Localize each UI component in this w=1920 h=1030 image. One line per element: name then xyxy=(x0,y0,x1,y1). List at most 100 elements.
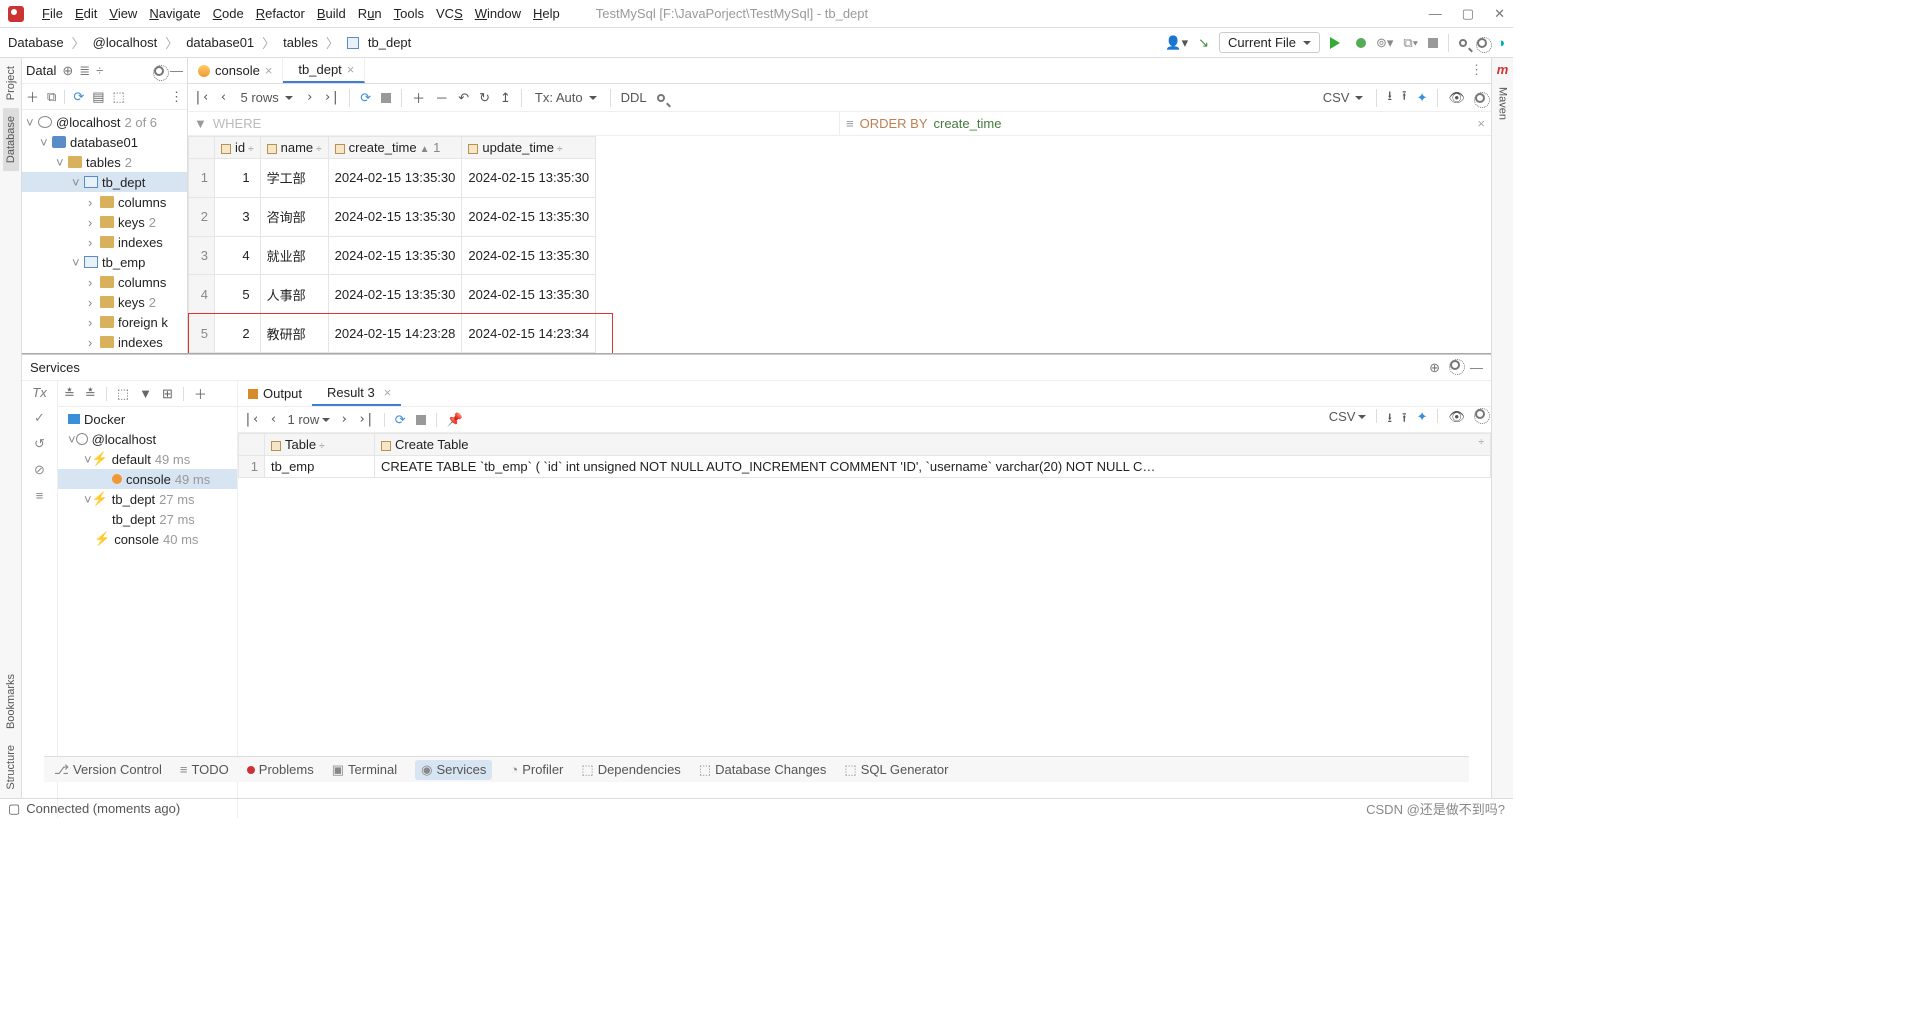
rail-structure[interactable]: Structure xyxy=(3,737,19,798)
services-docker[interactable]: Docker xyxy=(58,409,237,429)
menu-build[interactable]: Build xyxy=(311,6,352,21)
breadcrumb-item[interactable]: database01 xyxy=(186,35,254,50)
tree-indexes[interactable]: indexes xyxy=(118,235,163,250)
services-console2[interactable]: ⚡console40 ms xyxy=(58,529,237,549)
export-format-selector[interactable]: CSV xyxy=(1320,90,1367,105)
tab-output[interactable]: Output xyxy=(238,381,312,406)
user-icon[interactable]: 👤▾ xyxy=(1165,35,1188,51)
panel-settings-icon[interactable] xyxy=(154,66,164,76)
close-tab-icon[interactable]: × xyxy=(384,385,392,400)
table-row[interactable]: 1 tb_emp CREATE TABLE `tb_emp` ( `id` in… xyxy=(239,456,1491,478)
column-header-create-time[interactable]: create_time▲ 1 xyxy=(328,137,462,159)
code-with-me-icon[interactable]: ◑ xyxy=(1497,35,1505,50)
add-row-icon[interactable]: ＋ xyxy=(412,88,425,107)
tabs-more-icon[interactable]: ⋮ xyxy=(1462,58,1491,83)
stop-icon[interactable] xyxy=(1428,38,1438,48)
filter-icon[interactable]: ÷ xyxy=(96,63,103,78)
rail-database[interactable]: Database xyxy=(3,108,19,171)
compare-icon[interactable]: ✦ xyxy=(1417,409,1428,431)
expand-icon[interactable]: ⊕ xyxy=(62,63,73,79)
tree-keys[interactable]: keys xyxy=(118,215,145,230)
run-icon[interactable] xyxy=(1330,37,1346,49)
rail-project[interactable]: Project xyxy=(3,58,19,108)
table-row[interactable]: 23咨询部2024-02-15 13:35:302024-02-15 13:35… xyxy=(189,197,596,236)
window-maximize-icon[interactable]: ▢ xyxy=(1462,6,1474,22)
rail-bookmarks[interactable]: Bookmarks xyxy=(3,666,19,737)
run-config-selector[interactable]: Current File xyxy=(1219,32,1320,53)
jump-to-query-icon[interactable]: ▤ xyxy=(92,89,104,105)
rail-maven[interactable]: Maven xyxy=(1495,81,1511,126)
stop-icon[interactable]: ⬚ xyxy=(113,89,125,105)
close-tab-icon[interactable]: × xyxy=(347,62,355,77)
tree-table-tb-dept[interactable]: tb_dept xyxy=(102,175,145,190)
view-icon[interactable]: 👁 xyxy=(1448,90,1465,106)
menu-file[interactable]: File xyxy=(36,6,69,21)
reload-icon[interactable]: ⟳ xyxy=(360,90,371,106)
bottom-sql-generator[interactable]: ⬚SQL Generator xyxy=(844,762,948,778)
maven-m-icon[interactable]: m xyxy=(1493,58,1513,81)
column-header-id[interactable]: id÷ xyxy=(215,137,261,159)
tree-schema[interactable]: database01 xyxy=(70,135,138,150)
tab-tb-dept[interactable]: tb_dept× xyxy=(283,58,365,83)
window-minimize-icon[interactable]: — xyxy=(1429,6,1442,22)
pin-icon[interactable]: 📌 xyxy=(447,412,463,428)
services-default[interactable]: ˅⚡default49 ms xyxy=(58,449,237,469)
column-header-create-table[interactable]: Create Table÷ xyxy=(375,434,1491,456)
menu-vcs[interactable]: VCS xyxy=(430,6,469,21)
tree-datasource[interactable]: @localhost xyxy=(56,115,121,130)
tree-tables-folder[interactable]: tables xyxy=(86,155,121,170)
bottom-terminal[interactable]: ▣Terminal xyxy=(332,762,397,778)
bottom-services[interactable]: ◉Services xyxy=(415,760,492,780)
funnel-icon[interactable]: ▼ xyxy=(139,386,152,401)
layout-icon[interactable]: ⊞ xyxy=(162,386,173,402)
menu-tools[interactable]: Tools xyxy=(388,6,430,21)
table-row[interactable]: 45人事部2024-02-15 13:35:302024-02-15 13:35… xyxy=(189,275,596,314)
cancel-query-icon[interactable] xyxy=(381,93,391,103)
breadcrumb-item[interactable]: tb_dept xyxy=(368,35,411,50)
services-tb-dept-item[interactable]: tb_dept27 ms xyxy=(58,509,237,529)
coverage-icon[interactable]: ⊚▾ xyxy=(1376,35,1393,51)
search-everywhere-icon[interactable] xyxy=(1459,39,1467,47)
tree-columns[interactable]: columns xyxy=(118,275,166,290)
debug-icon[interactable] xyxy=(1356,38,1366,48)
menu-view[interactable]: View xyxy=(103,6,143,21)
menu-window[interactable]: Window xyxy=(469,6,527,21)
add-service-icon[interactable]: ＋ xyxy=(194,384,207,403)
hide-panel-icon[interactable]: — xyxy=(170,63,183,78)
submit-icon[interactable]: ↥ xyxy=(500,90,511,106)
bottom-todo[interactable]: ≡TODO xyxy=(180,762,229,777)
upload-icon[interactable]: ⭱ xyxy=(1402,87,1407,109)
breadcrumb-item[interactable]: @localhost xyxy=(93,35,158,50)
prev-page-icon[interactable]: ‹ xyxy=(220,90,228,105)
check-icon[interactable]: ✓ xyxy=(34,410,45,426)
new-datasource-icon[interactable]: ＋ xyxy=(26,87,39,106)
bottom-version-control[interactable]: ⎇Version Control xyxy=(54,762,162,778)
close-icon[interactable]: ⊘ xyxy=(34,462,45,478)
hide-panel-icon[interactable]: — xyxy=(1470,360,1483,376)
bottom-problems[interactable]: Problems xyxy=(247,762,314,777)
services-tb-dept[interactable]: ˅⚡tb_dept27 ms xyxy=(58,489,237,509)
refresh-icon[interactable]: ⟳ xyxy=(73,89,84,105)
result-grid[interactable]: id÷ name÷ create_time▲ 1 update_time÷ 11… xyxy=(188,136,1491,353)
tree-foreign-keys[interactable]: foreign k xyxy=(118,315,168,330)
remove-row-icon[interactable]: － xyxy=(435,88,448,107)
menu-code[interactable]: Code xyxy=(207,6,250,21)
find-icon[interactable] xyxy=(657,94,665,102)
first-page-icon[interactable]: |‹ xyxy=(244,412,260,427)
rows-selector[interactable]: 5 rows xyxy=(237,90,295,105)
table-row[interactable]: 11学工部2024-02-15 13:35:302024-02-15 13:35… xyxy=(189,159,596,198)
clear-orderby-icon[interactable]: × xyxy=(1477,116,1485,131)
orderby-filter[interactable]: ≡ORDER BY create_time× xyxy=(840,112,1491,135)
tree-columns[interactable]: columns xyxy=(118,195,166,210)
download-icon[interactable]: ⭳ xyxy=(1387,87,1392,109)
tx-mode-selector[interactable]: Tx: Auto xyxy=(532,90,600,105)
ddl-button[interactable]: DDL xyxy=(621,90,647,105)
column-header-table[interactable]: Table÷ xyxy=(265,434,375,456)
column-header-name[interactable]: name÷ xyxy=(260,137,328,159)
menu-navigate[interactable]: Navigate xyxy=(143,6,206,21)
tab-console[interactable]: console× xyxy=(188,58,283,83)
tab-result[interactable]: Result 3× xyxy=(312,381,401,406)
last-page-icon[interactable]: ›| xyxy=(324,90,340,105)
where-filter[interactable]: ▼WHERE xyxy=(188,112,840,135)
view-icon[interactable]: 👁 xyxy=(1448,409,1465,431)
